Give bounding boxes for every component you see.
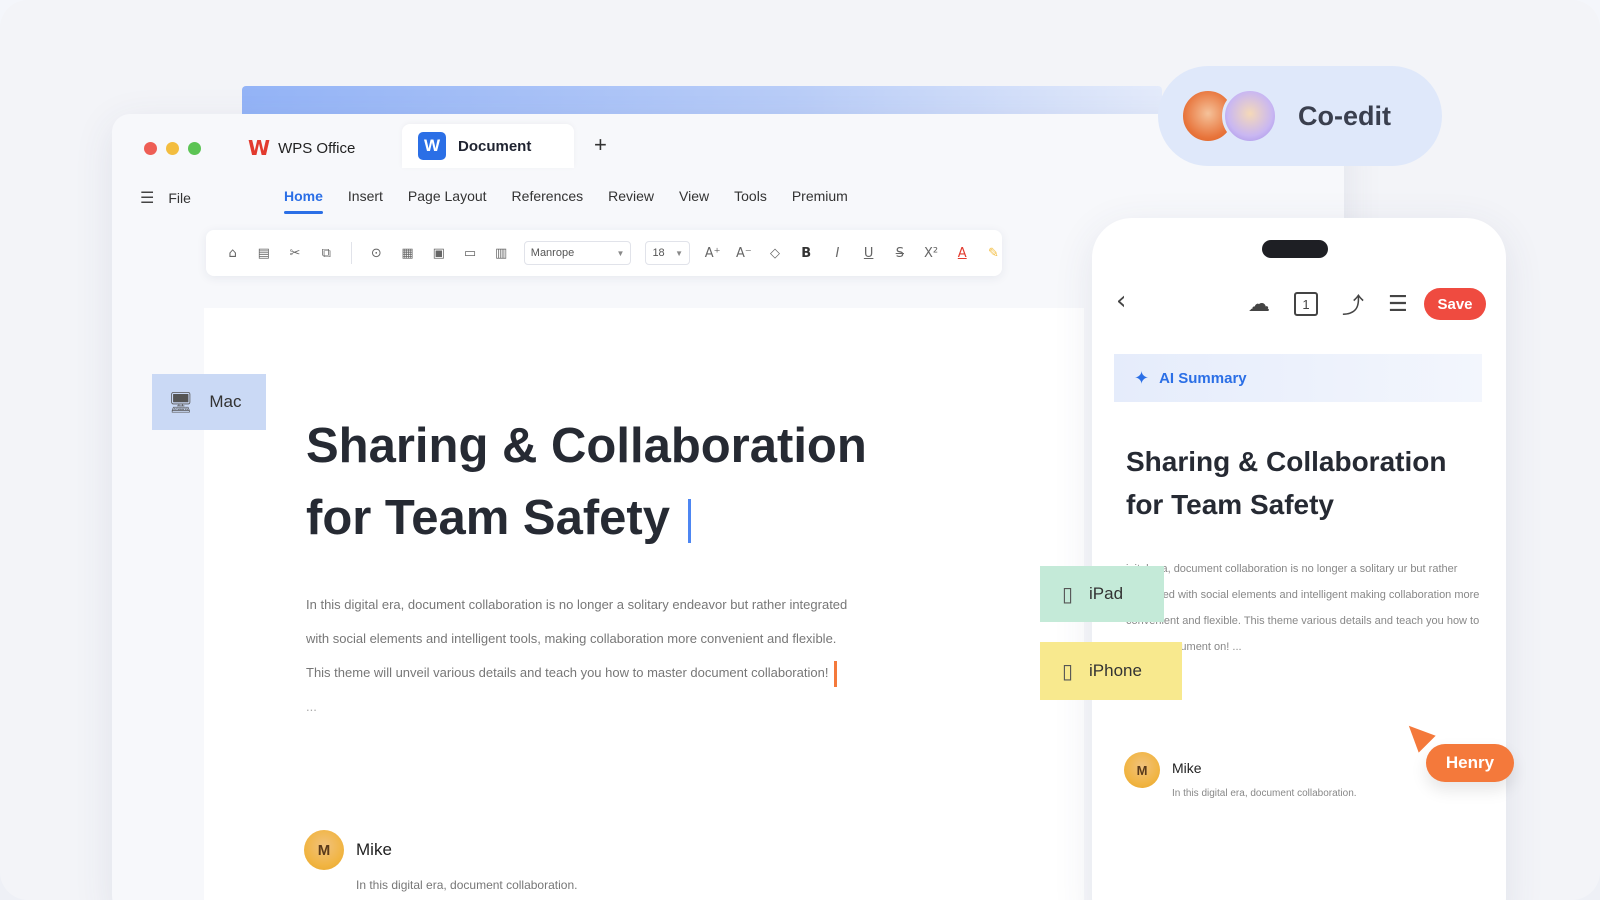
back-chevron-icon[interactable]: ‹ (1116, 286, 1126, 316)
monitor-icon: 🖥 (168, 390, 194, 414)
coedit-badge: Co-edit (1158, 66, 1442, 166)
title-line-2: for Team Safety (306, 482, 946, 554)
font-family-select[interactable]: Manrope ▼ (523, 241, 632, 265)
mac-label-text: Mac (209, 392, 242, 411)
coedit-label: Co-edit (1298, 100, 1391, 131)
strikethrough-icon[interactable]: S (891, 246, 908, 261)
avatar: M (304, 830, 344, 870)
font-size-value: 18 (652, 247, 665, 259)
tab-review[interactable]: Review (608, 188, 654, 214)
decrease-font-icon[interactable]: A⁻ (735, 246, 752, 261)
ai-summary-bar[interactable]: ✦ AI Summary (1114, 354, 1482, 402)
phone-icon: ▯ (1062, 659, 1074, 683)
tab-premium[interactable]: Premium (792, 188, 848, 214)
tab-references[interactable]: References (512, 188, 584, 214)
avatar (1222, 88, 1278, 144)
phone-comment[interactable]: M Mike In this digital era, document col… (1124, 752, 1357, 799)
ribbon-tabs: Home Insert Page Layout References Revie… (284, 188, 848, 214)
increase-font-icon[interactable]: A⁺ (704, 246, 721, 261)
tablet-icon: ▯ (1062, 582, 1074, 606)
maximize-window-button[interactable] (188, 142, 201, 155)
title-line-1: Sharing & Collaboration (306, 419, 867, 473)
body-line-1: In this digital era, document collaborat… (306, 597, 848, 612)
comment-author: Mike (1172, 760, 1202, 776)
iphone-label-text: iPhone (1089, 661, 1142, 680)
title-line-2-text: for Team Safety (306, 491, 670, 545)
tab-view[interactable]: View (679, 188, 709, 214)
collaborator-cursor-tag: Henry (1426, 744, 1514, 782)
share-icon[interactable]: ⤴ (1342, 288, 1364, 320)
ipad-label-text: iPad (1089, 584, 1124, 603)
body-line-2: with social elements and intelligent too… (306, 631, 837, 646)
body-line-3: This theme will unveil various details a… (306, 656, 916, 690)
font-color-icon[interactable]: A (954, 246, 971, 261)
accent-bar (242, 86, 1162, 114)
cloud-sync-icon[interactable]: ☁ (1248, 292, 1270, 317)
underline-icon[interactable]: U (860, 246, 877, 261)
text-cursor-orange (834, 660, 838, 687)
desktop-comment[interactable]: M Mike In this digital era, document col… (304, 830, 577, 892)
chevron-down-icon: ▼ (675, 248, 684, 258)
calendar-icon[interactable]: ▥ (493, 246, 510, 261)
sparkle-icon: ✦ (1134, 367, 1150, 389)
ai-summary-label: AI Summary (1159, 369, 1247, 387)
app-tab[interactable]: W WPS Office (248, 134, 355, 162)
text-cursor-blue (687, 499, 691, 544)
document-title[interactable]: Sharing & Collaboration for Team Safety (306, 410, 946, 554)
ipad-device-label: ▯ iPad (1040, 566, 1164, 622)
table-icon[interactable]: ▣ (430, 246, 447, 261)
tab-home[interactable]: Home (284, 188, 323, 214)
phone-toolbar: ☁ 1 ⤴ ☰ (1248, 288, 1408, 320)
toolbar-divider (350, 242, 352, 264)
cut-icon[interactable]: ✂ (286, 246, 303, 261)
format-painter-icon[interactable]: ⌂ (224, 246, 241, 261)
insert-icon[interactable]: ⊙ (368, 246, 385, 261)
menu-icon[interactable]: ☰ (1388, 292, 1408, 317)
comment-text: In this digital era, document collaborat… (356, 878, 578, 892)
tab-page-layout[interactable]: Page Layout (408, 188, 487, 214)
file-menu[interactable]: ☰ File (140, 188, 191, 208)
comment-author: Mike (356, 840, 392, 859)
new-tab-button[interactable]: + (594, 132, 607, 158)
wps-logo-icon: W (248, 136, 271, 160)
formatting-toolbar: ⌂ ▤ ✂ ⧉ ⊙ ▦ ▣ ▭ ▥ Manrope ▼ 18 ▼ A⁺ A⁻ ◇… (206, 230, 1002, 276)
font-size-select[interactable]: 18 ▼ (645, 241, 691, 265)
comment-text: In this digital era, document collaborat… (1172, 788, 1357, 799)
chevron-down-icon: ▼ (616, 248, 625, 258)
iphone-device-label: ▯ iPhone (1040, 642, 1182, 700)
document-page[interactable]: Sharing & Collaboration for Team Safety … (204, 308, 1084, 900)
tab-insert[interactable]: Insert (348, 188, 383, 214)
body-ellipsis: ... (306, 699, 317, 714)
textbox-icon[interactable]: ▭ (461, 246, 478, 261)
superscript-icon[interactable]: X² (922, 246, 939, 261)
highlight-icon[interactable]: ✎ (985, 246, 1002, 261)
avatar: M (1124, 752, 1160, 788)
bold-icon[interactable]: B (798, 246, 815, 261)
minimize-window-button[interactable] (166, 142, 179, 155)
body-line-3-text: This theme will unveil various details a… (306, 665, 829, 680)
image-icon[interactable]: ▦ (399, 246, 416, 261)
app-name: WPS Office (278, 139, 356, 157)
tab-tools[interactable]: Tools (734, 188, 767, 214)
mac-device-label: 🖥 Mac (152, 374, 266, 430)
hamburger-icon: ☰ (140, 190, 155, 207)
doc-tab-label: Document (458, 137, 532, 155)
tab-document[interactable]: W Document (402, 124, 574, 168)
close-window-button[interactable] (144, 142, 157, 155)
phone-notch (1262, 240, 1328, 258)
word-doc-icon: W (418, 132, 446, 160)
save-button[interactable]: Save (1424, 288, 1486, 320)
page-number-icon[interactable]: 1 (1294, 292, 1318, 316)
phone-mockup: ‹ ☁ 1 ⤴ ☰ Save ✦ AI Summary Sharing & Co… (1092, 218, 1506, 900)
file-menu-label: File (168, 190, 191, 206)
phone-title-line-2: for Team Safety (1126, 489, 1334, 520)
phone-title-line-1: Sharing & Collaboration (1126, 446, 1447, 477)
document-body[interactable]: In this digital era, document collaborat… (306, 588, 916, 724)
paste-icon[interactable]: ▤ (255, 246, 272, 261)
phone-document-title: Sharing & Collaboration for Team Safety (1126, 440, 1486, 526)
copy-icon[interactable]: ⧉ (318, 246, 335, 261)
clear-format-icon[interactable]: ◇ (766, 246, 783, 261)
font-family-value: Manrope (530, 247, 575, 259)
italic-icon[interactable]: I (829, 246, 846, 261)
